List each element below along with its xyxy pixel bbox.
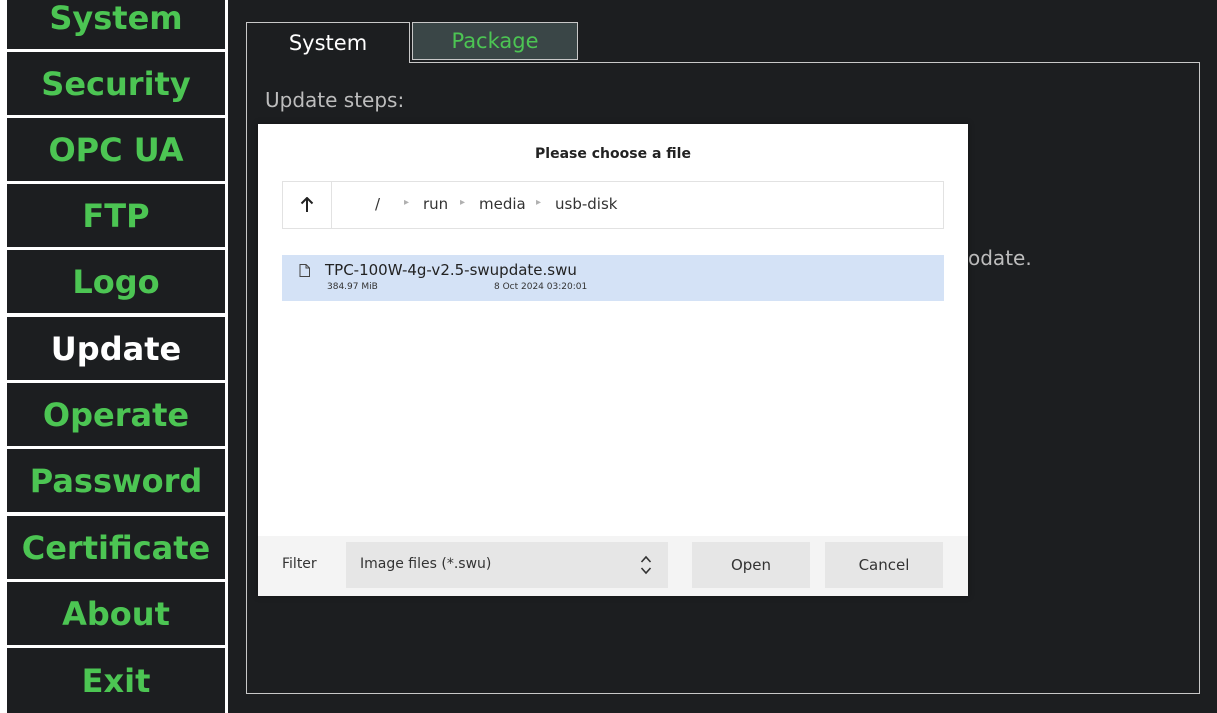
chevron-right-icon: ▸ <box>536 197 542 208</box>
sidebar-item-label: Operate <box>42 395 190 434</box>
filter-label: Filter <box>282 556 317 572</box>
cancel-button[interactable]: Cancel <box>825 542 943 588</box>
file-size: 384.97 MiB <box>327 282 378 292</box>
sidebar-item-label: OPC UA <box>48 130 184 169</box>
chevron-up-down-icon <box>640 555 652 575</box>
file-icon <box>299 264 310 277</box>
sidebar-item-label: Password <box>29 461 203 500</box>
update-instruction-text: odate. <box>968 246 1032 270</box>
sidebar-item-operate[interactable]: Operate <box>7 383 225 446</box>
sidebar-item-label: Update <box>50 329 182 368</box>
file-list-item[interactable]: TPC-100W-4g-v2.5-swupdate.swu 384.97 MiB… <box>282 255 944 301</box>
chevron-right-icon: ▸ <box>404 197 410 208</box>
sidebar-item-label: Exit <box>81 661 151 700</box>
dialog-footer: Filter Image files (*.swu) Open Cancel <box>258 536 968 596</box>
arrow-up-icon <box>300 197 314 212</box>
up-directory-button[interactable] <box>283 182 332 228</box>
open-button[interactable]: Open <box>692 542 810 588</box>
file-date: 8 Oct 2024 03:20:01 <box>494 282 588 292</box>
tab-system[interactable]: System <box>246 22 410 63</box>
dialog-title: Please choose a file <box>535 146 691 162</box>
file-name: TPC-100W-4g-v2.5-swupdate.swu <box>325 261 577 279</box>
breadcrumb-root[interactable]: / <box>375 195 380 213</box>
app-window: System Security OPC UA FTP Logo Update O… <box>0 0 1217 713</box>
sidebar-item-password[interactable]: Password <box>7 449 225 512</box>
tab-label: System <box>288 31 368 55</box>
sidebar-item-label: FTP <box>82 196 150 235</box>
sidebar-item-label: Logo <box>72 262 160 301</box>
tab-label: Package <box>451 29 539 53</box>
breadcrumb-run[interactable]: run <box>423 195 448 213</box>
sidebar-item-label: Certificate <box>21 528 211 567</box>
sidebar-item-about[interactable]: About <box>7 582 225 645</box>
filter-select-value: Image files (*.swu) <box>360 556 492 572</box>
update-steps-label: Update steps: <box>265 88 405 112</box>
sidebar-item-ftp[interactable]: FTP <box>7 184 225 247</box>
file-chooser-dialog: Please choose a file / ▸ run ▸ media ▸ u… <box>258 124 968 596</box>
path-bar: / ▸ run ▸ media ▸ usb-disk <box>282 181 944 229</box>
chevron-right-icon: ▸ <box>460 197 466 208</box>
sidebar-item-label: Security <box>41 64 191 103</box>
sidebar-item-certificate[interactable]: Certificate <box>7 516 225 579</box>
sidebar-item-label: About <box>62 594 170 633</box>
tab-package[interactable]: Package <box>412 22 578 60</box>
sidebar-item-security[interactable]: Security <box>7 52 225 115</box>
sidebar-item-system[interactable]: System <box>7 0 225 49</box>
sidebar: System Security OPC UA FTP Logo Update O… <box>0 0 228 713</box>
sidebar-item-label: System <box>49 0 183 37</box>
filter-select[interactable]: Image files (*.swu) <box>346 542 668 588</box>
sidebar-item-update[interactable]: Update <box>7 317 225 380</box>
breadcrumb-usb-disk[interactable]: usb-disk <box>555 195 617 213</box>
breadcrumb-media[interactable]: media <box>479 195 526 213</box>
sidebar-item-logo[interactable]: Logo <box>7 250 225 313</box>
sidebar-item-opc-ua[interactable]: OPC UA <box>7 118 225 181</box>
sidebar-item-exit[interactable]: Exit <box>7 648 225 713</box>
